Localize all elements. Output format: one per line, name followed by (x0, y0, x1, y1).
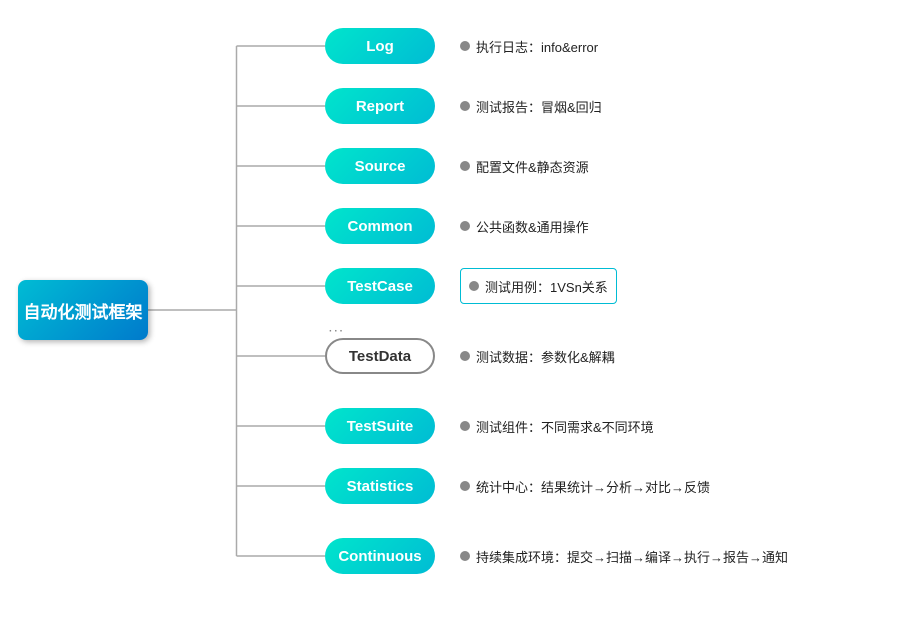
connector-dot-testdata (460, 351, 470, 361)
branch-label-statistics: Statistics (347, 478, 414, 495)
branch-node-source: Source (325, 148, 435, 184)
desc-text-statistics: 统计中心：结果统计→分析→对比→反馈 (476, 477, 710, 496)
desc-label-source: 配置文件&静态资源 (460, 148, 589, 184)
desc-label-log: 执行日志：info&error (460, 28, 598, 64)
branch-node-testsuite: TestSuite (325, 408, 435, 444)
desc-text-source: 配置文件&静态资源 (476, 157, 589, 176)
connector-dot-source (460, 161, 470, 171)
branch-label-source: Source (355, 158, 406, 175)
desc-text-testcase: 测试用例：1VSn关系 (485, 277, 608, 296)
desc-text-testsuite: 测试组件：不同需求&不同环境 (476, 417, 654, 436)
desc-text-testdata: 测试数据：参数化&解耦 (476, 347, 615, 366)
desc-label-continuous: 持续集成环境：提交→扫描→编译→执行→报告→通知 (460, 538, 788, 574)
branch-node-statistics: Statistics (325, 468, 435, 504)
root-node: 自动化测试框架 (18, 280, 148, 340)
mind-map-diagram: 自动化测试框架 Log 执行日志：info&error Report 测试报告：冒烟&… (0, 0, 913, 620)
connector-dot-continuous (460, 551, 470, 561)
desc-text-common: 公共函数&通用操作 (476, 217, 589, 236)
desc-label-testdata: 测试数据：参数化&解耦 (460, 338, 615, 374)
desc-label-report: 测试报告：冒烟&回归 (460, 88, 602, 124)
desc-text-continuous: 持续集成环境：提交→扫描→编译→执行→报告→通知 (476, 547, 788, 566)
desc-text-log: 执行日志：info&error (476, 37, 598, 56)
branch-label-log: Log (366, 38, 394, 55)
connector-dot-testcase (469, 281, 479, 291)
connector-dot-testsuite (460, 421, 470, 431)
root-label: 自动化测试框架 (24, 298, 143, 323)
desc-label-testcase: 测试用例：1VSn关系 (460, 268, 617, 304)
branch-node-continuous: Continuous (325, 538, 435, 574)
desc-label-testsuite: 测试组件：不同需求&不同环境 (460, 408, 654, 444)
branch-label-testsuite: TestSuite (347, 418, 413, 435)
branch-node-common: Common (325, 208, 435, 244)
branch-node-testdata: TestData (325, 338, 435, 374)
desc-label-common: 公共函数&通用操作 (460, 208, 589, 244)
branch-node-log: Log (325, 28, 435, 64)
connector-dot-log (460, 41, 470, 51)
branch-label-testcase: TestCase (347, 278, 413, 295)
branch-label-continuous: Continuous (338, 548, 421, 565)
branch-label-report: Report (356, 98, 404, 115)
branch-label-testdata: TestData (349, 348, 411, 365)
branch-node-testcase: TestCase (325, 268, 435, 304)
branch-node-report: Report (325, 88, 435, 124)
desc-text-report: 测试报告：冒烟&回归 (476, 97, 602, 116)
connector-dot-common (460, 221, 470, 231)
connector-dot-report (460, 101, 470, 111)
connector-dot-statistics (460, 481, 470, 491)
branch-label-common: Common (348, 218, 413, 235)
desc-label-statistics: 统计中心：结果统计→分析→对比→反馈 (460, 468, 710, 504)
